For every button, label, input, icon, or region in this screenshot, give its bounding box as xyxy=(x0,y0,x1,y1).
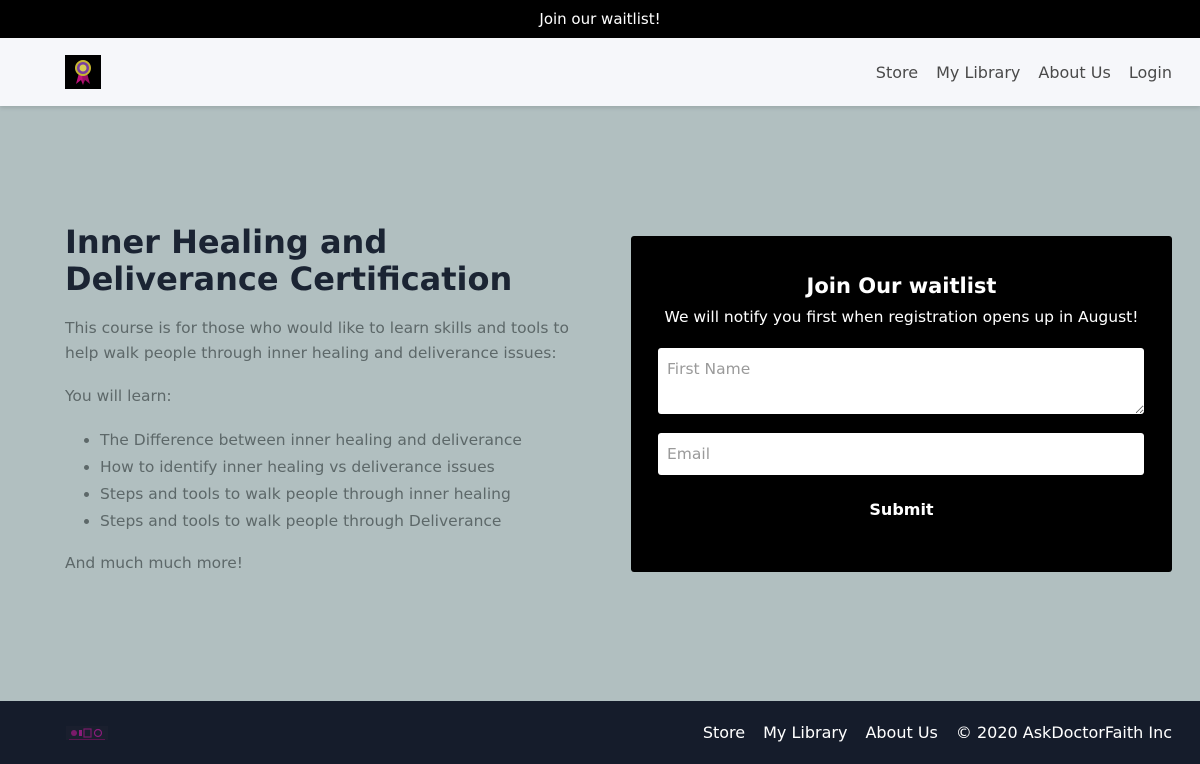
list-item: Steps and tools to walk people through D… xyxy=(100,508,605,535)
site-header: Store My Library About Us Login xyxy=(0,38,1200,106)
footer-nav-store[interactable]: Store xyxy=(703,723,745,742)
list-item: How to identify inner healing vs deliver… xyxy=(100,454,605,481)
ribbon-badge-icon xyxy=(66,725,108,740)
course-title: Inner Healing and Deliverance Certificat… xyxy=(65,223,513,298)
waitlist-title: Join Our waitlist xyxy=(806,274,997,298)
waitlist-form: Join Our waitlist We will notify you fir… xyxy=(631,236,1172,572)
first-name-field[interactable] xyxy=(658,348,1144,414)
footer-nav-about-us[interactable]: About Us xyxy=(865,723,937,742)
site-footer: Store My Library About Us © 2020 AskDoct… xyxy=(0,701,1200,764)
learn-heading: You will learn: xyxy=(65,387,172,405)
list-item: Steps and tools to walk people through i… xyxy=(100,481,605,508)
waitlist-subtitle: We will notify you first when registrati… xyxy=(664,308,1139,326)
list-item: The Difference between inner healing and… xyxy=(100,427,605,454)
announcement-bar: Join our waitlist! xyxy=(0,0,1200,38)
copyright-text: © 2020 AskDoctorFaith Inc xyxy=(955,723,1172,742)
email-field[interactable] xyxy=(658,433,1144,475)
main-nav: Store My Library About Us Login xyxy=(876,63,1172,82)
submit-button[interactable]: Submit xyxy=(863,499,939,520)
ribbon-badge-icon xyxy=(75,60,91,85)
nav-store[interactable]: Store xyxy=(876,63,918,82)
announcement-link[interactable]: Join our waitlist! xyxy=(539,10,660,28)
nav-my-library[interactable]: My Library xyxy=(936,63,1020,82)
footer-nav-my-library[interactable]: My Library xyxy=(763,723,847,742)
footer-nav: Store My Library About Us © 2020 AskDoct… xyxy=(703,723,1172,742)
site-logo[interactable] xyxy=(65,55,101,89)
footer-logo[interactable] xyxy=(66,722,108,744)
learning-list: The Difference between inner healing and… xyxy=(65,427,605,535)
course-description: Inner Healing and Deliverance Certificat… xyxy=(65,224,605,594)
course-closing: And much much more! xyxy=(65,554,243,572)
course-intro: This course is for those who would like … xyxy=(65,319,569,362)
nav-login[interactable]: Login xyxy=(1129,63,1172,82)
main-section: Inner Healing and Deliverance Certificat… xyxy=(0,106,1200,701)
nav-about-us[interactable]: About Us xyxy=(1038,63,1110,82)
